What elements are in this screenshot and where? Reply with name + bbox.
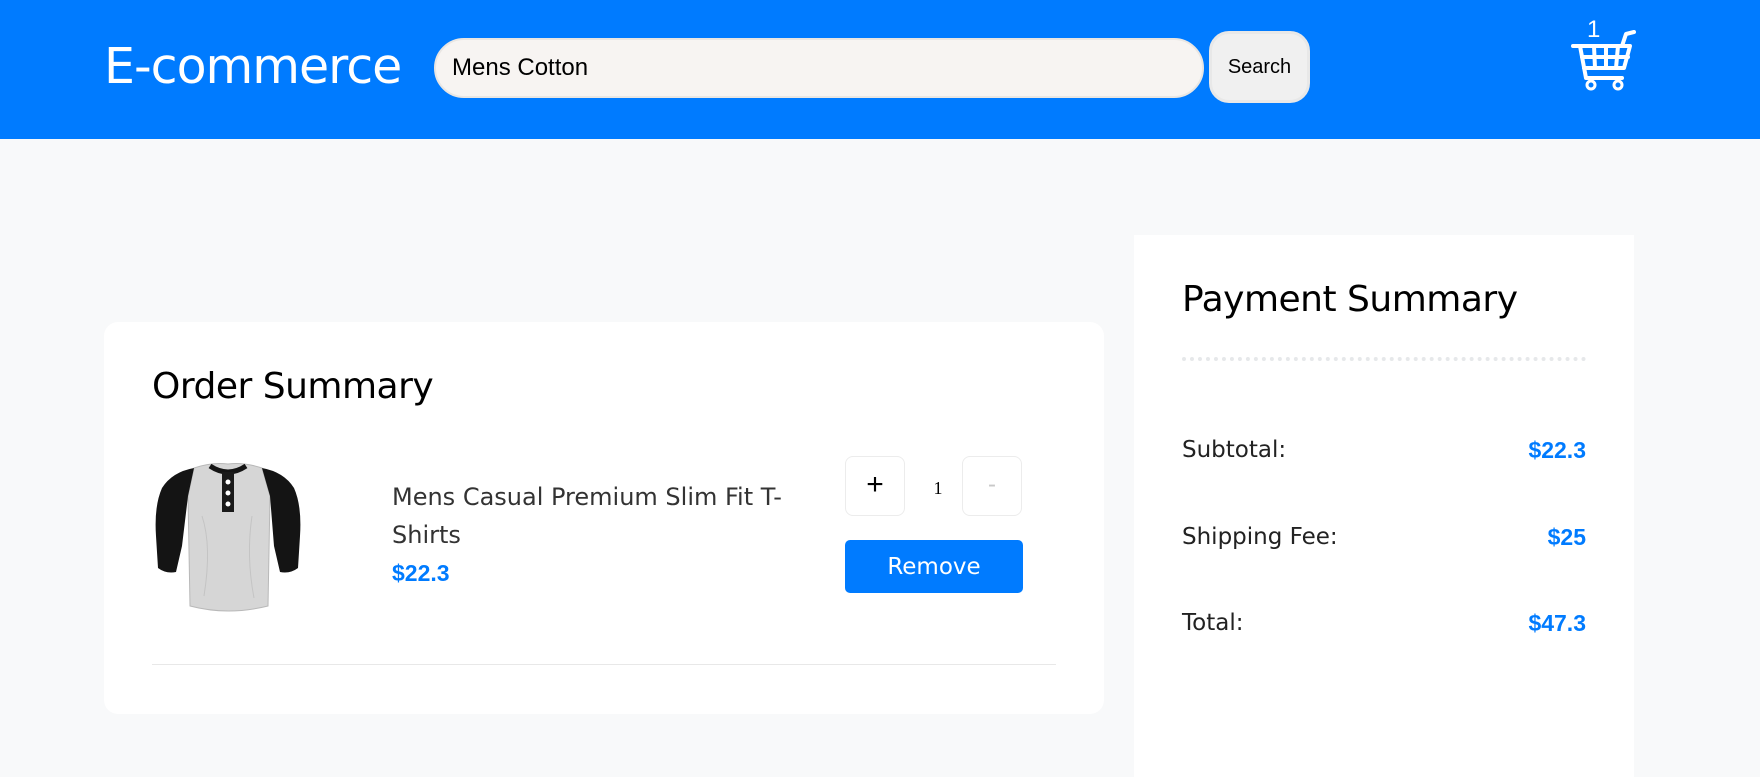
order-summary-card: Order Summary Mens Casual Premium Slim F… bbox=[104, 322, 1104, 714]
search-button[interactable]: Search bbox=[1209, 31, 1310, 103]
subtotal-value: $22.3 bbox=[1528, 437, 1586, 463]
search-input[interactable] bbox=[434, 38, 1204, 98]
quantity-value: 1 bbox=[933, 478, 943, 498]
cart-count-badge: 1 bbox=[1587, 16, 1601, 43]
shipping-fee-row: Shipping Fee: $25 bbox=[1182, 524, 1586, 558]
subtotal-label: Subtotal: bbox=[1182, 437, 1287, 463]
shipping-fee-label: Shipping Fee: bbox=[1182, 524, 1338, 550]
decrease-quantity-button[interactable]: - bbox=[962, 456, 1022, 516]
brand-logo[interactable]: E-commerce bbox=[104, 38, 402, 95]
subtotal-row: Subtotal: $22.3 bbox=[1182, 437, 1586, 471]
product-price: $22.3 bbox=[392, 560, 450, 586]
tshirt-image bbox=[155, 463, 301, 612]
shopping-cart-icon[interactable] bbox=[1570, 20, 1636, 92]
payment-divider bbox=[1182, 357, 1586, 361]
shipping-fee-value: $25 bbox=[1547, 524, 1586, 550]
payment-summary-title: Payment Summary bbox=[1182, 279, 1518, 320]
order-summary-title: Order Summary bbox=[152, 366, 434, 407]
increase-quantity-button[interactable]: + bbox=[845, 456, 905, 516]
total-value: $47.3 bbox=[1528, 610, 1586, 636]
total-label: Total: bbox=[1182, 610, 1244, 636]
header-bar: E-commerce Search 1 bbox=[0, 0, 1760, 139]
payment-summary-card: Payment Summary Subtotal: $22.3 Shipping… bbox=[1134, 235, 1634, 777]
product-name[interactable]: Mens Casual Premium Slim Fit T-Shirts bbox=[392, 478, 792, 554]
order-divider bbox=[152, 664, 1056, 665]
total-row: Total: $47.3 bbox=[1182, 610, 1586, 644]
remove-item-button[interactable]: Remove bbox=[845, 540, 1023, 593]
